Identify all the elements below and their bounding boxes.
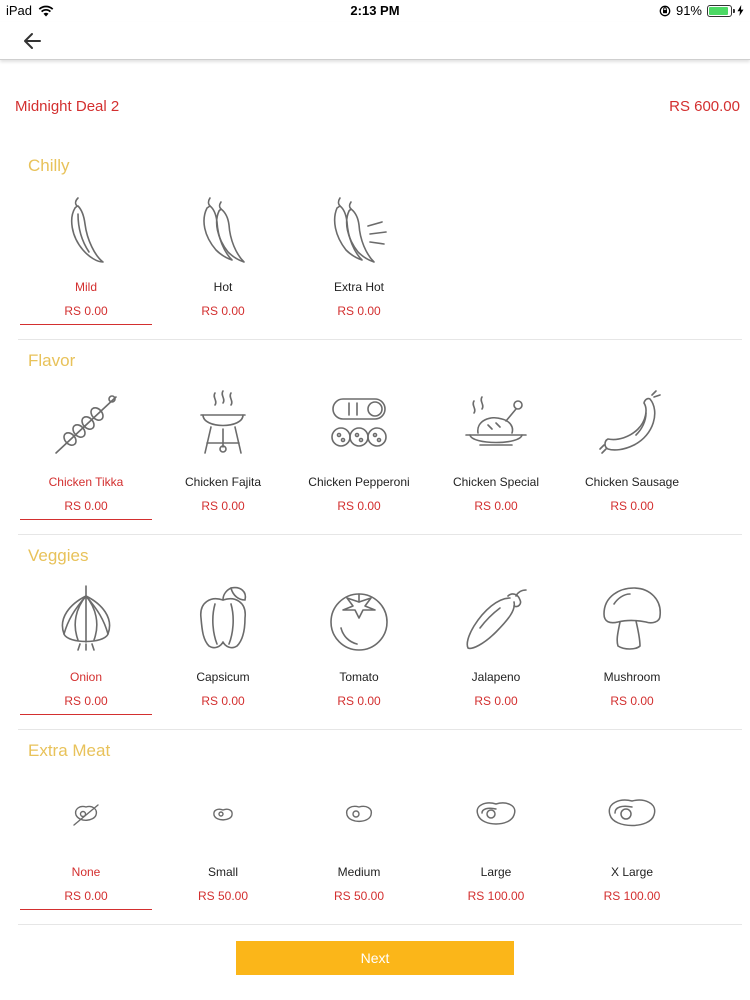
option-veggies-jalapeno[interactable]: Jalapeno RS 0.00 xyxy=(428,582,564,716)
sausage-icon xyxy=(599,390,661,454)
skewer-icon xyxy=(55,395,117,454)
option-label: Jalapeno xyxy=(471,670,521,684)
grill-icon xyxy=(200,390,246,454)
option-label: Chicken Special xyxy=(452,475,540,489)
option-price: RS 0.00 xyxy=(474,499,518,513)
chili-icon xyxy=(70,197,104,263)
selected-underline xyxy=(20,519,152,520)
steak-medium-icon xyxy=(345,805,373,823)
section-divider xyxy=(18,729,742,730)
option-price: RS 0.00 xyxy=(201,499,245,513)
option-price: RS 50.00 xyxy=(333,889,385,903)
option-flavor-chicken-pepperoni[interactable]: Chicken Pepperoni RS 0.00 xyxy=(291,387,427,521)
selected-underline xyxy=(20,324,152,325)
option-label: Capsicum xyxy=(196,670,250,684)
option-flavor-chicken-sausage[interactable]: Chicken Sausage RS 0.00 xyxy=(564,387,700,521)
option-label: Small xyxy=(207,865,238,879)
option-label: Chicken Pepperoni xyxy=(308,475,410,489)
option-meat-medium[interactable]: Medium RS 50.00 xyxy=(291,777,427,911)
next-button[interactable]: Next xyxy=(236,941,514,975)
option-flavor-chicken-special[interactable]: Chicken Special RS 0.00 xyxy=(428,387,564,521)
battery-level xyxy=(709,6,729,15)
status-bar: iPad 2:13 PM 91% xyxy=(0,0,750,22)
option-chilly-extra-hot[interactable]: Extra Hot RS 0.00 xyxy=(291,192,427,326)
section-title-veggies: Veggies xyxy=(28,546,89,565)
option-label: Large xyxy=(480,865,512,879)
option-label: Medium xyxy=(337,865,381,879)
steak-large-icon xyxy=(476,802,516,825)
option-label: Onion xyxy=(69,670,103,684)
nav-bar xyxy=(0,22,750,60)
deal-name: Midnight Deal 2 xyxy=(15,98,120,115)
option-price: RS 0.00 xyxy=(64,694,108,708)
option-veggies-onion[interactable]: Onion RS 0.00 xyxy=(18,582,154,716)
charging-icon xyxy=(737,5,744,16)
option-meat-x-large[interactable]: X Large RS 100.00 xyxy=(564,777,700,911)
option-label: X Large xyxy=(610,865,654,879)
battery-icon xyxy=(707,4,735,17)
option-price: RS 100.00 xyxy=(467,889,525,903)
option-price: RS 0.00 xyxy=(610,499,654,513)
option-label: None xyxy=(71,865,101,879)
option-price: RS 0.00 xyxy=(64,889,108,903)
roast-chicken-icon xyxy=(465,396,527,446)
option-price: RS 0.00 xyxy=(64,304,108,318)
option-veggies-tomato[interactable]: Tomato RS 0.00 xyxy=(291,582,427,716)
option-price: RS 0.00 xyxy=(474,694,518,708)
option-meat-small[interactable]: Small RS 50.00 xyxy=(155,777,291,911)
option-price: RS 0.00 xyxy=(201,304,245,318)
option-label: Hot xyxy=(213,280,233,294)
steak-small-icon xyxy=(213,808,233,821)
option-price: RS 100.00 xyxy=(603,889,661,903)
option-chilly-mild[interactable]: Mild RS 0.00 xyxy=(18,192,154,326)
onion-icon xyxy=(61,585,111,651)
option-label: Chicken Fajita xyxy=(184,475,262,489)
option-price: RS 0.00 xyxy=(337,499,381,513)
option-price: RS 0.00 xyxy=(337,694,381,708)
option-price: RS 50.00 xyxy=(197,889,249,903)
status-time: 2:13 PM xyxy=(350,3,400,18)
selected-underline xyxy=(20,714,152,715)
selected-underline xyxy=(20,909,152,910)
arrow-left-icon[interactable] xyxy=(20,30,46,52)
option-flavor-chicken-fajita[interactable]: Chicken Fajita RS 0.00 xyxy=(155,387,291,521)
option-label: Extra Hot xyxy=(333,280,384,294)
option-flavor-chicken-tikka[interactable]: Chicken Tikka RS 0.00 xyxy=(18,387,154,521)
section-divider xyxy=(18,339,742,340)
steak-xlarge-icon xyxy=(608,799,656,827)
option-price: RS 0.00 xyxy=(64,499,108,513)
option-veggies-capsicum[interactable]: Capsicum RS 0.00 xyxy=(155,582,291,716)
option-label: Mild xyxy=(74,280,97,294)
option-label: Chicken Sausage xyxy=(584,475,680,489)
option-veggies-mushroom[interactable]: Mushroom RS 0.00 xyxy=(564,582,700,716)
option-label: Chicken Tikka xyxy=(48,475,124,489)
option-label: Mushroom xyxy=(603,670,661,684)
option-price: RS 0.00 xyxy=(337,304,381,318)
option-meat-large[interactable]: Large RS 100.00 xyxy=(428,777,564,911)
battery-percent: 91% xyxy=(675,3,702,18)
mushroom-icon xyxy=(603,587,661,650)
two-chilies-icon xyxy=(203,197,245,263)
section-title-chilly: Chilly xyxy=(28,156,70,175)
section-title-extra-meat: Extra Meat xyxy=(28,741,111,760)
section-divider xyxy=(18,924,742,925)
option-chilly-hot[interactable]: Hot RS 0.00 xyxy=(155,192,291,326)
capsicum-icon xyxy=(200,586,247,649)
orientation-lock-icon xyxy=(659,5,671,16)
option-price: RS 0.00 xyxy=(610,694,654,708)
flaming-chilies-icon xyxy=(333,197,387,263)
section-divider xyxy=(18,534,742,535)
tomato-icon xyxy=(330,593,388,651)
pepperoni-icon xyxy=(331,398,387,447)
option-label: Tomato xyxy=(339,670,379,684)
jalapeno-icon xyxy=(466,589,527,650)
option-price: RS 0.00 xyxy=(201,694,245,708)
deal-price: RS 600.00 xyxy=(669,98,740,115)
option-meat-none[interactable]: None RS 0.00 xyxy=(18,777,154,911)
no-meat-icon xyxy=(73,804,99,826)
section-title-flavor: Flavor xyxy=(28,351,76,370)
